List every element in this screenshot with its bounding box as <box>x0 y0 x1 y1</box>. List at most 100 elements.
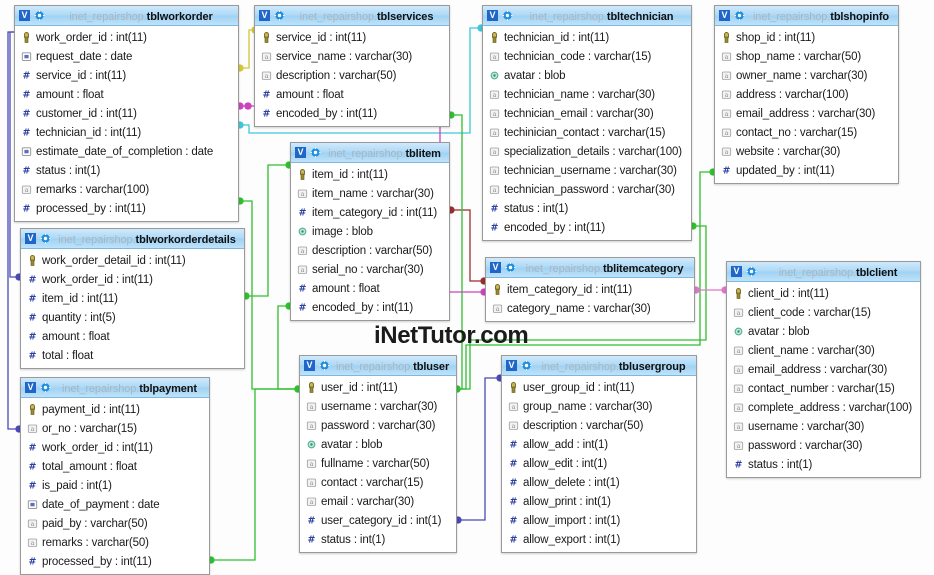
table-column[interactable]: a paid_by : varchar(50) <box>21 514 209 533</box>
table-tblitemcategory[interactable]: Vinet_repairshop.tblitemcategory item_cat… <box>485 257 695 322</box>
table-column[interactable]: a fullname : varchar(50) <box>300 454 456 473</box>
table-column[interactable]: a remarks : varchar(100) <box>15 180 238 199</box>
table-column[interactable]: # status : int(1) <box>727 455 920 474</box>
table-column[interactable]: a description : varchar(50) <box>291 241 449 260</box>
table-column[interactable]: a item_name : varchar(30) <box>291 184 449 203</box>
table-column[interactable]: payment_id : int(11) <box>21 400 209 419</box>
table-column[interactable]: # encoded_by : int(11) <box>291 298 449 317</box>
table-column[interactable]: a password : varchar(30) <box>727 436 920 455</box>
table-column[interactable]: # amount : float <box>291 279 449 298</box>
table-tbltechnician[interactable]: Vinet_repairshop.tbltechnician technician… <box>482 5 692 241</box>
table-column[interactable]: # quantity : int(5) <box>21 308 244 327</box>
table-column[interactable]: service_id : int(11) <box>255 28 449 47</box>
table-column[interactable]: a email : varchar(30) <box>300 492 456 511</box>
table-column[interactable]: a owner_name : varchar(30) <box>715 66 898 85</box>
table-column[interactable]: # encoded_by : int(11) <box>483 218 691 237</box>
table-column[interactable]: # work_order_id : int(11) <box>21 438 209 457</box>
table-column[interactable]: a address : varchar(100) <box>715 85 898 104</box>
table-column[interactable]: # status : int(1) <box>300 530 456 549</box>
table-column[interactable]: # allow_print : int(1) <box>502 492 696 511</box>
table-column[interactable]: # updated_by : int(11) <box>715 161 898 180</box>
table-column[interactable]: # user_category_id : int(1) <box>300 511 456 530</box>
table-column[interactable]: # encoded_by : int(11) <box>255 104 449 123</box>
table-tblworkorderdetails[interactable]: Vinet_repairshop.tblworkorderdetailswork… <box>20 228 245 369</box>
table-column[interactable]: a email_address : varchar(30) <box>727 360 920 379</box>
table-column[interactable]: a contact_number : varchar(15) <box>727 379 920 398</box>
table-column[interactable]: avatar : blob <box>727 322 920 341</box>
table-column[interactable]: image : blob <box>291 222 449 241</box>
table-header[interactable]: Vinet_repairshop.tblitemcategory <box>486 258 694 278</box>
table-column[interactable]: # status : int(1) <box>15 161 238 180</box>
table-column[interactable]: a or_no : varchar(15) <box>21 419 209 438</box>
table-column[interactable]: a service_name : varchar(30) <box>255 47 449 66</box>
table-tblservices[interactable]: Vinet_repairshop.tblservices service_id :… <box>254 5 450 127</box>
table-column[interactable]: request_date : date <box>15 47 238 66</box>
table-header[interactable]: Vinet_repairshop.tblclient <box>727 262 920 282</box>
table-column[interactable]: # allow_edit : int(1) <box>502 454 696 473</box>
table-column[interactable]: # allow_export : int(1) <box>502 530 696 549</box>
table-column[interactable]: a category_name : varchar(30) <box>486 299 694 318</box>
table-header[interactable]: Vinet_repairshop.tblshopinfo <box>715 6 898 26</box>
table-column[interactable]: item_category_id : int(11) <box>486 280 694 299</box>
relationship-user-category-to-usergroup[interactable] <box>454 374 504 524</box>
table-column[interactable]: a description : varchar(50) <box>255 66 449 85</box>
table-column[interactable]: a client_name : varchar(30) <box>727 341 920 360</box>
table-column[interactable]: # allow_add : int(1) <box>502 435 696 454</box>
table-header[interactable]: Vinet_repairshop.tblusergroup <box>502 356 696 376</box>
table-column[interactable]: a complete_address : varchar(100) <box>727 398 920 417</box>
table-column[interactable]: # status : int(1) <box>483 199 691 218</box>
table-column[interactable]: a description : varchar(50) <box>502 416 696 435</box>
table-column[interactable]: # amount : float <box>255 85 449 104</box>
table-column[interactable]: estimate_date_of_completion : date <box>15 142 238 161</box>
table-header[interactable]: Vinet_repairshop.tbltechnician <box>483 6 691 26</box>
table-column[interactable]: a technician_name : varchar(30) <box>483 85 691 104</box>
table-header[interactable]: Vinet_repairshop.tblpayment <box>21 378 209 398</box>
table-column[interactable]: a shop_name : varchar(50) <box>715 47 898 66</box>
table-column[interactable]: # work_order_id : int(11) <box>21 270 244 289</box>
table-column[interactable]: a specialization_details : varchar(100) <box>483 142 691 161</box>
table-column[interactable]: a email_address : varchar(30) <box>715 104 898 123</box>
table-column[interactable]: # is_paid : int(1) <box>21 476 209 495</box>
table-tblclient[interactable]: Vinet_repairshop.tblclient client_id : in… <box>726 261 921 478</box>
table-column[interactable]: avatar : blob <box>483 66 691 85</box>
table-column[interactable]: # customer_id : int(11) <box>15 104 238 123</box>
table-column[interactable]: a technician_username : varchar(30) <box>483 161 691 180</box>
table-header[interactable]: Vinet_repairshop.tblservices <box>255 6 449 26</box>
table-column[interactable]: shop_id : int(11) <box>715 28 898 47</box>
table-tblitem[interactable]: Vinet_repairshop.tblitem item_id : int(11… <box>290 142 450 321</box>
table-header[interactable]: Vinet_repairshop.tblworkorder <box>15 6 238 26</box>
table-column[interactable]: client_id : int(11) <box>727 284 920 303</box>
table-column[interactable]: # processed_by : int(11) <box>21 552 209 571</box>
table-column[interactable]: # amount : float <box>15 85 238 104</box>
table-column[interactable]: a username : varchar(30) <box>727 417 920 436</box>
table-column[interactable]: work_order_id : int(11) <box>15 28 238 47</box>
table-tblshopinfo[interactable]: Vinet_repairshop.tblshopinfo shop_id : in… <box>714 5 899 184</box>
table-tblworkorder[interactable]: Vinet_repairshop.tblworkorder work_order_… <box>14 5 239 222</box>
table-header[interactable]: Vinet_repairshop.tblitem <box>291 143 449 163</box>
table-column[interactable]: a password : varchar(30) <box>300 416 456 435</box>
table-tbluser[interactable]: Vinet_repairshop.tbluser user_id : int(11… <box>299 355 457 553</box>
relationship-payment-processed_by-to-user[interactable] <box>207 385 302 564</box>
table-column[interactable]: a techinician_contact : varchar(15) <box>483 123 691 142</box>
table-column[interactable]: a contact : varchar(15) <box>300 473 456 492</box>
table-column[interactable]: a contact_no : varchar(15) <box>715 123 898 142</box>
table-column[interactable]: a client_code : varchar(15) <box>727 303 920 322</box>
table-column[interactable]: # amount : float <box>21 327 244 346</box>
table-header[interactable]: Vinet_repairshop.tblworkorderdetails <box>21 229 244 249</box>
table-column[interactable]: # service_id : int(11) <box>15 66 238 85</box>
table-column[interactable]: # item_id : int(11) <box>21 289 244 308</box>
table-column[interactable]: item_id : int(11) <box>291 165 449 184</box>
table-column[interactable]: date_of_payment : date <box>21 495 209 514</box>
table-column[interactable]: # technician_id : int(11) <box>15 123 238 142</box>
table-column[interactable]: a technician_password : varchar(30) <box>483 180 691 199</box>
table-column[interactable]: a remarks : varchar(50) <box>21 533 209 552</box>
table-header[interactable]: Vinet_repairshop.tbluser <box>300 356 456 376</box>
relationship-workorderdetails-item_id-to-item[interactable] <box>242 161 293 300</box>
table-column[interactable]: a website : varchar(30) <box>715 142 898 161</box>
table-column[interactable]: a group_name : varchar(30) <box>502 397 696 416</box>
table-column[interactable]: work_order_detail_id : int(11) <box>21 251 244 270</box>
table-column[interactable]: a username : varchar(30) <box>300 397 456 416</box>
table-column[interactable]: # total_amount : float <box>21 457 209 476</box>
table-column[interactable]: # allow_import : int(1) <box>502 511 696 530</box>
table-tblpayment[interactable]: Vinet_repairshop.tblpayment payment_id : … <box>20 377 210 575</box>
